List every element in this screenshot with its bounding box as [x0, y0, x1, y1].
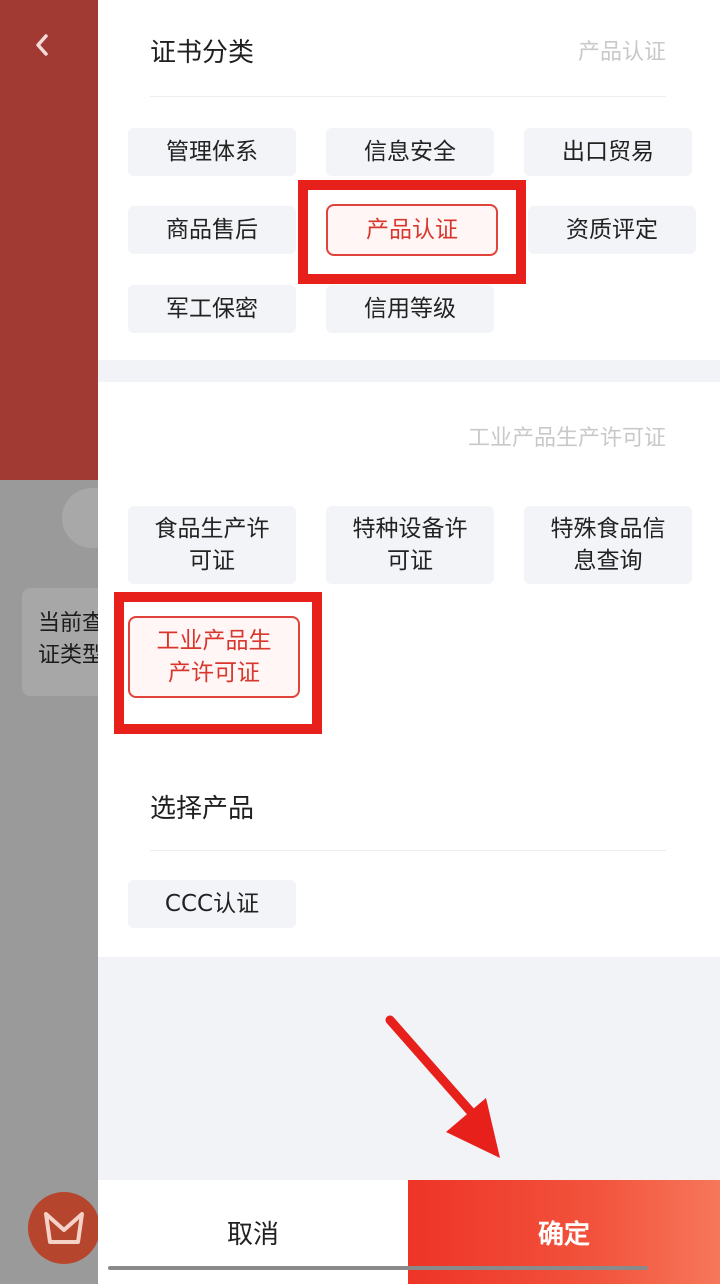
chip-military-confidentiality[interactable]: 军工保密	[128, 285, 296, 333]
chip-management-system[interactable]: 管理体系	[128, 128, 296, 176]
chip-product-certification[interactable]: 产品认证	[326, 204, 498, 256]
chip-qualification-assessment[interactable]: 资质评定	[528, 206, 696, 254]
chevron-left-icon[interactable]	[30, 28, 54, 62]
selected-subcategory-label: 工业产品生产许可证	[467, 426, 666, 451]
chip-food-production-license[interactable]: 食品生产许 可证	[128, 506, 296, 584]
selected-category-label: 产品认证	[577, 40, 666, 65]
home-indicator	[108, 1266, 648, 1270]
section-title-select-product: 选择产品	[150, 794, 255, 824]
divider	[150, 96, 666, 97]
chip-information-security[interactable]: 信息安全	[326, 128, 494, 176]
background-card-text: 当前查 证类型	[38, 611, 98, 668]
chip-special-food-info-query[interactable]: 特殊食品信 息查询	[524, 506, 692, 584]
brand-logo-icon	[28, 1192, 98, 1264]
chip-ccc-certification[interactable]: CCC认证	[128, 880, 296, 928]
chip-credit-rating[interactable]: 信用等级	[326, 285, 494, 333]
filter-drawer: 证书分类 产品认证 管理体系 信息安全 出口贸易 商品售后 产品认证 资质评定 …	[98, 0, 720, 1284]
background-page: 当前查 证类型	[0, 0, 98, 1284]
background-card: 当前查 证类型	[22, 588, 98, 696]
chip-after-sales[interactable]: 商品售后	[128, 206, 296, 254]
certificate-category-section: 证书分类 产品认证 管理体系 信息安全 出口贸易 商品售后 产品认证 资质评定 …	[98, 0, 720, 360]
background-decor-circle	[62, 488, 98, 548]
section-title-certificate-category: 证书分类	[150, 38, 255, 68]
product-section: 选择产品 CCC认证	[98, 752, 720, 957]
chip-export-trade[interactable]: 出口贸易	[524, 128, 692, 176]
background-header	[0, 0, 98, 480]
divider	[150, 850, 666, 851]
chip-industrial-product-license[interactable]: 工业产品生 产许可证	[128, 616, 300, 698]
subcategory-section: 工业产品生产许可证 食品生产许 可证 特种设备许 可证 特殊食品信 息查询 工业…	[98, 382, 720, 752]
chip-special-equipment-license[interactable]: 特种设备许 可证	[326, 506, 494, 584]
